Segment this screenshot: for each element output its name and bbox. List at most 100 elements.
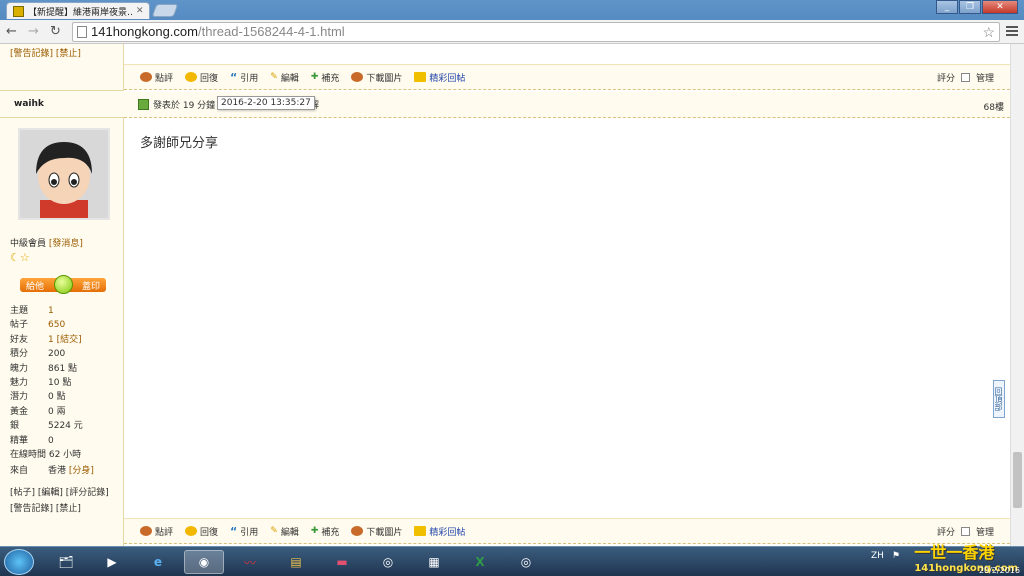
quote-icon: “ [230, 524, 238, 538]
rate-button[interactable]: 點評 [140, 71, 173, 84]
warning-log-link[interactable]: [警告記錄] [10, 49, 53, 59]
add-note-icon: ✚ [310, 526, 319, 536]
disc-icon[interactable]: ◎ [506, 550, 546, 574]
back-arrow-icon[interactable]: ← [6, 24, 17, 39]
send-message-link[interactable]: [發消息] [49, 239, 83, 249]
calculator-icon[interactable]: ▦ [414, 550, 454, 574]
stat-key: 好友 [10, 334, 29, 345]
scrollbar-thumb[interactable] [1013, 452, 1022, 508]
stat-value: 0 [48, 435, 54, 446]
stat-row: 精華 0 [10, 434, 94, 448]
media-center-icon[interactable]: ◎ [368, 550, 408, 574]
rate-label: 點評 [155, 527, 174, 538]
favicon-icon [13, 5, 24, 17]
tab-close-icon[interactable]: ✕ [136, 6, 144, 16]
back-to-top-button[interactable]: 回頂部 [993, 380, 1005, 418]
minimize-button[interactable]: _ [936, 0, 958, 14]
user-links[interactable]: [帖子] [編輯] [評分記錄] [10, 485, 109, 498]
edit-button[interactable]: ✎ 編輯 [270, 525, 299, 538]
manage-checkbox[interactable] [960, 526, 970, 536]
download-images-button[interactable]: 下載圖片 [351, 71, 402, 84]
user-links-2[interactable]: [警告記錄] [禁止] [10, 501, 81, 514]
manage-checkbox[interactable] [960, 72, 970, 82]
quote-label: 引用 [240, 73, 259, 84]
stat-row: 潛力 0 點 [10, 390, 94, 404]
manage-label: 管理 [975, 527, 994, 538]
alias-link[interactable]: [分身] [69, 464, 94, 478]
timestamp-tooltip: 2016-2-20 13:35:27 [217, 96, 315, 110]
floor-number[interactable]: 68樓 [984, 100, 1004, 113]
stat-key: 黃金 [10, 406, 29, 417]
folder-icon[interactable]: ▤ [276, 550, 316, 574]
browser-tab[interactable]: 【新提醒】維港兩岸夜景… ✕ [6, 2, 150, 19]
ban-link[interactable]: [禁止] [56, 49, 81, 59]
download-label: 下載圖片 [366, 73, 403, 84]
stat-value[interactable]: 1 [48, 304, 54, 318]
rate-icon [140, 526, 152, 536]
give-stamp-button[interactable]: 給他 蓋印 [20, 275, 106, 294]
score-link[interactable]: 評分 [937, 525, 955, 538]
quote-button[interactable]: “引用 [230, 71, 258, 84]
stat-row: 黃金 0 兩 [10, 405, 94, 419]
stat-value[interactable]: 1 [結交] [48, 333, 82, 347]
quote-label: 引用 [240, 527, 259, 538]
scrollbar[interactable] [1010, 44, 1024, 546]
start-button[interactable] [4, 549, 34, 575]
internet-explorer-icon[interactable]: e [138, 550, 178, 574]
stat-value: 861 點 [48, 363, 78, 374]
best-reply-button[interactable]: 精彩回帖 [414, 71, 465, 84]
give-label: 給他 [26, 281, 45, 292]
stat-value[interactable]: 650 [48, 318, 65, 332]
from-label: 來自 [10, 466, 29, 477]
page-icon [77, 26, 87, 38]
stat-key: 帖子 [10, 320, 29, 331]
excel-icon[interactable]: X [460, 550, 500, 574]
stat-key: 銀 [10, 421, 20, 432]
chrome-icon[interactable]: ◉ [184, 550, 224, 574]
edit-label: 編輯 [280, 527, 299, 538]
forward-arrow-icon[interactable]: → [28, 24, 39, 39]
download-icon [351, 526, 364, 536]
reply-button[interactable]: 回復 [185, 71, 218, 84]
stat-value: 0 兩 [48, 406, 66, 417]
chrome-menu-icon[interactable] [1006, 24, 1018, 38]
supplement-button[interactable]: ✚ 補充 [311, 71, 340, 84]
best-reply-button[interactable]: 精彩回帖 [414, 525, 465, 538]
supplement-button[interactable]: ✚ 補充 [311, 525, 340, 538]
stat-key: 潛力 [10, 392, 29, 403]
language-indicator[interactable]: ZH [871, 551, 884, 561]
url-path: /thread-1568244-4-1.html [197, 24, 345, 39]
media-player-icon[interactable]: ▶ [92, 550, 132, 574]
rate-icon [140, 72, 152, 82]
rate-label: 點評 [155, 73, 174, 84]
bookmark-star-icon[interactable]: ☆ [982, 23, 995, 41]
reply-button[interactable]: 回復 [185, 525, 218, 538]
new-tab-button[interactable] [151, 4, 179, 17]
clock-date[interactable]: 20/2/2016 [979, 566, 1020, 575]
reply-icon [185, 72, 198, 82]
flag-icon[interactable]: ⚑ [892, 551, 900, 561]
score-link[interactable]: 評分 [937, 71, 955, 84]
prev-user-links: [警告記錄] [禁止] [10, 46, 81, 59]
stamp-label: 蓋印 [81, 281, 100, 292]
app-icon[interactable]: ▬ [322, 550, 362, 574]
activity-monitor-icon[interactable]: 〰 [230, 550, 270, 574]
online-time: 在線時間 62 小時 [10, 450, 82, 461]
username[interactable]: waihk [14, 99, 44, 109]
edit-button[interactable]: ✎ 編輯 [270, 71, 299, 84]
from-row: 來自 香港 [分身] [10, 464, 94, 478]
quote-button[interactable]: “引用 [230, 525, 258, 538]
browser-titlebar: 【新提醒】維港兩岸夜景… ✕ _ ❐ ✕ ← → ↻ 141hongkong.c… [0, 0, 1024, 44]
stat-key: 魄力 [10, 363, 29, 374]
download-images-button[interactable]: 下載圖片 [351, 525, 402, 538]
close-window-button[interactable]: ✕ [982, 0, 1018, 14]
address-bar[interactable]: 141hongkong.com/thread-1568244-4-1.html … [72, 22, 1000, 42]
rate-button[interactable]: 點評 [140, 525, 173, 538]
reload-icon[interactable]: ↻ [50, 24, 61, 39]
download-label: 下載圖片 [366, 527, 403, 538]
supplement-label: 補充 [321, 73, 340, 84]
avatar[interactable] [18, 128, 110, 220]
stat-value: 0 點 [48, 392, 66, 403]
explorer-libraries-icon[interactable]: 🗂 [46, 550, 86, 574]
maximize-button[interactable]: ❐ [959, 0, 981, 14]
